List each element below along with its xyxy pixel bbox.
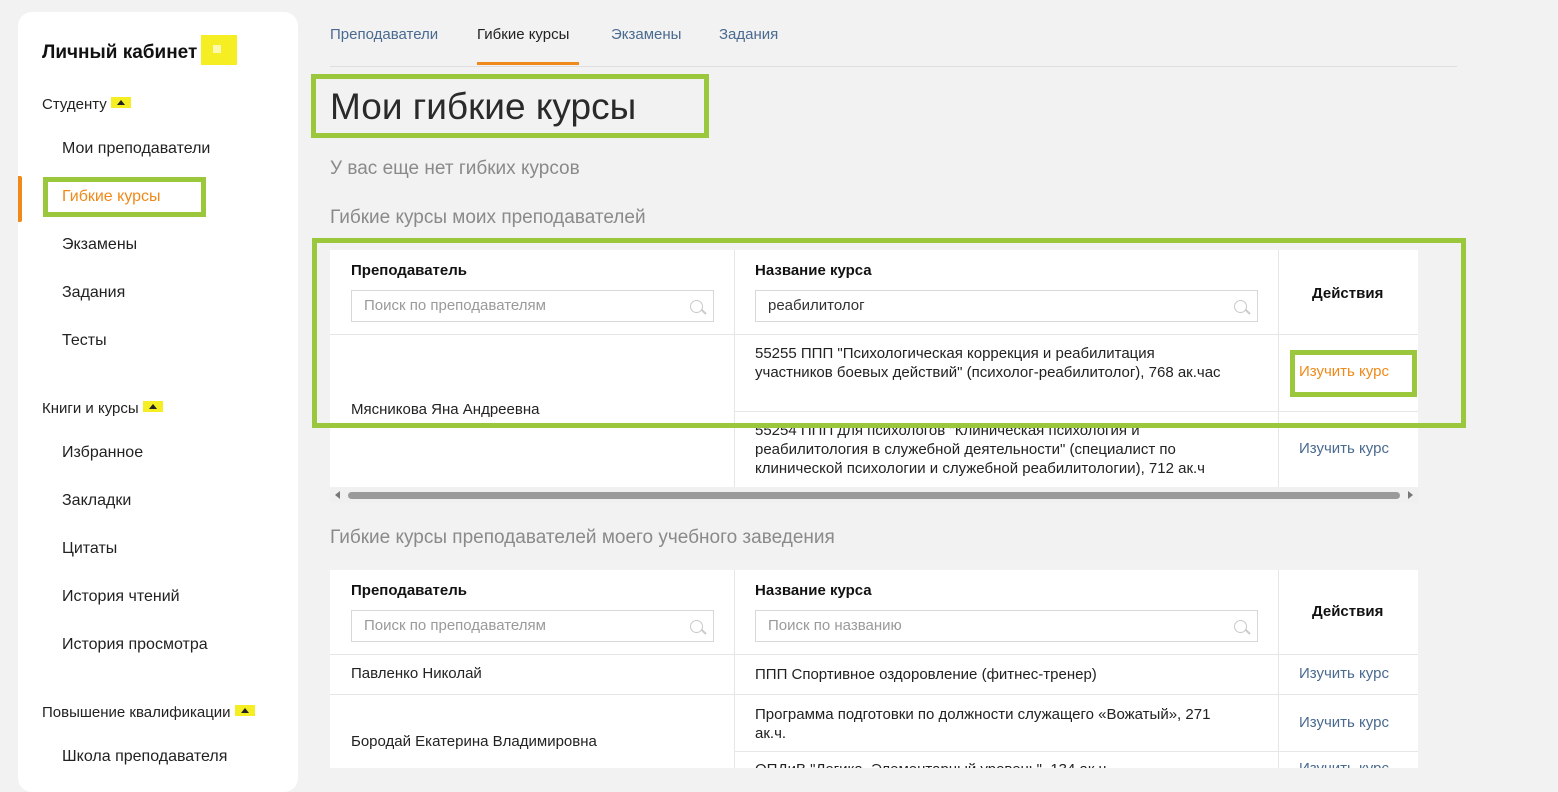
divider xyxy=(1278,570,1279,768)
course-title: Программа подготовки по должности служащ… xyxy=(755,706,1211,742)
row-separator xyxy=(330,334,1418,335)
sidebar-item-tasks[interactable]: Задания xyxy=(62,284,125,302)
course-search-input[interactable] xyxy=(768,617,1068,634)
course-search xyxy=(755,290,1258,322)
scrollbar-thumb[interactable] xyxy=(348,492,1400,499)
search-icon[interactable] xyxy=(1234,300,1247,313)
row-separator xyxy=(734,751,1418,752)
section-books[interactable]: Книги и курсы xyxy=(42,400,163,417)
redacted-mark xyxy=(201,35,238,65)
tab-tasks[interactable]: Задания xyxy=(719,26,778,43)
search-icon[interactable] xyxy=(690,620,703,633)
study-course-link[interactable]: Изучить курс xyxy=(1299,665,1389,682)
table-my-teachers: Преподаватель Название курса Действия Мя… xyxy=(330,250,1418,487)
search-icon[interactable] xyxy=(1234,620,1247,633)
scroll-right-icon[interactable] xyxy=(1408,491,1413,499)
divider xyxy=(1278,250,1279,487)
teacher-name: Мясникова Яна Андреевна xyxy=(351,401,540,418)
collapse-caret-icon[interactable] xyxy=(110,97,131,108)
teacher-search xyxy=(351,610,714,642)
section-my-teachers-title: Гибкие курсы моих преподавателей xyxy=(330,207,646,228)
teacher-search xyxy=(351,290,714,322)
course-title: ОПДиВ "Логика. Элементарный уровень", 13… xyxy=(755,760,1225,768)
course-search xyxy=(755,610,1258,642)
collapse-caret-icon[interactable] xyxy=(142,401,163,412)
tab-teachers[interactable]: Преподаватели xyxy=(330,26,438,43)
section-student[interactable]: Студенту xyxy=(42,96,131,113)
study-course-link[interactable]: Изучить курс xyxy=(1299,440,1389,457)
sidebar-item-exams[interactable]: Экзамены xyxy=(62,236,137,254)
sidebar-item-teacher-school[interactable]: Школа преподавателя xyxy=(62,748,227,766)
col-header-teacher: Преподаватель xyxy=(351,262,467,279)
study-course-link[interactable]: Изучить курс xyxy=(1299,714,1389,731)
row-separator xyxy=(330,654,1418,655)
col-header-actions: Действия xyxy=(1312,285,1384,302)
sidebar-title-text: Личный кабинет xyxy=(42,42,198,64)
section-qualification-label: Повышение квалификации xyxy=(42,704,231,721)
sidebar-item-reading-history[interactable]: История чтений xyxy=(62,588,180,606)
course-title: 55255 ППП "Психологическая коррекция и р… xyxy=(755,345,1221,381)
no-courses-message: У вас еще нет гибких курсов xyxy=(330,158,580,179)
col-header-course: Название курса xyxy=(755,582,872,599)
section-books-label: Книги и курсы xyxy=(42,400,139,417)
tab-exams[interactable]: Экзамены xyxy=(611,26,681,43)
section-student-label: Студенту xyxy=(42,96,107,113)
teacher-name: Бородай Екатерина Владимировна xyxy=(351,733,597,750)
divider xyxy=(734,250,735,487)
section-qualification[interactable]: Повышение квалификации xyxy=(42,704,255,721)
course-search-input[interactable] xyxy=(768,297,1068,314)
study-course-link[interactable]: Изучить курс xyxy=(1299,363,1389,380)
collapse-caret-icon[interactable] xyxy=(234,705,255,716)
sidebar-item-my-teachers[interactable]: Мои преподаватели xyxy=(62,140,210,158)
active-indicator xyxy=(18,176,22,222)
active-tab-underline xyxy=(477,62,579,65)
horizontal-scrollbar[interactable] xyxy=(330,487,1418,503)
section-institution-title: Гибкие курсы преподавателей моего учебно… xyxy=(330,527,835,548)
teacher-search-input[interactable] xyxy=(364,617,664,634)
sidebar-item-flex-courses[interactable]: Гибкие курсы xyxy=(62,188,161,206)
divider xyxy=(734,570,735,768)
col-header-teacher: Преподаватель xyxy=(351,582,467,599)
tab-flex-courses[interactable]: Гибкие курсы xyxy=(477,26,569,43)
scroll-left-icon[interactable] xyxy=(335,491,340,499)
course-title: ППП Спортивное оздоровление (фитнес-трен… xyxy=(755,666,1097,683)
course-title: 55254 ППП для психологов "Клиническая пс… xyxy=(755,422,1205,477)
search-icon[interactable] xyxy=(690,300,703,313)
sidebar-item-tests[interactable]: Тесты xyxy=(62,332,107,350)
sidebar-title: Личный кабинет xyxy=(42,35,238,68)
col-header-course: Название курса xyxy=(755,262,872,279)
table-institution-teachers: Преподаватель Название курса Действия Па… xyxy=(330,570,1418,768)
teacher-name: Павленко Николай xyxy=(351,665,482,682)
teacher-search-input[interactable] xyxy=(364,297,664,314)
sidebar-item-quotes[interactable]: Цитаты xyxy=(62,540,117,558)
study-course-link[interactable]: Изучить курс xyxy=(1299,760,1389,768)
page-title: Мои гибкие курсы xyxy=(330,86,637,127)
sidebar-item-favorites[interactable]: Избранное xyxy=(62,444,143,462)
col-header-actions: Действия xyxy=(1312,603,1384,620)
sidebar-item-view-history[interactable]: История просмотра xyxy=(62,636,208,654)
row-separator xyxy=(330,694,1418,695)
row-separator xyxy=(734,411,1418,412)
sidebar: Личный кабинет Студенту Мои преподавател… xyxy=(18,12,298,792)
sidebar-item-bookmarks[interactable]: Закладки xyxy=(62,492,131,510)
top-tabs: Преподаватели Гибкие курсы Экзамены Зада… xyxy=(330,24,1457,67)
